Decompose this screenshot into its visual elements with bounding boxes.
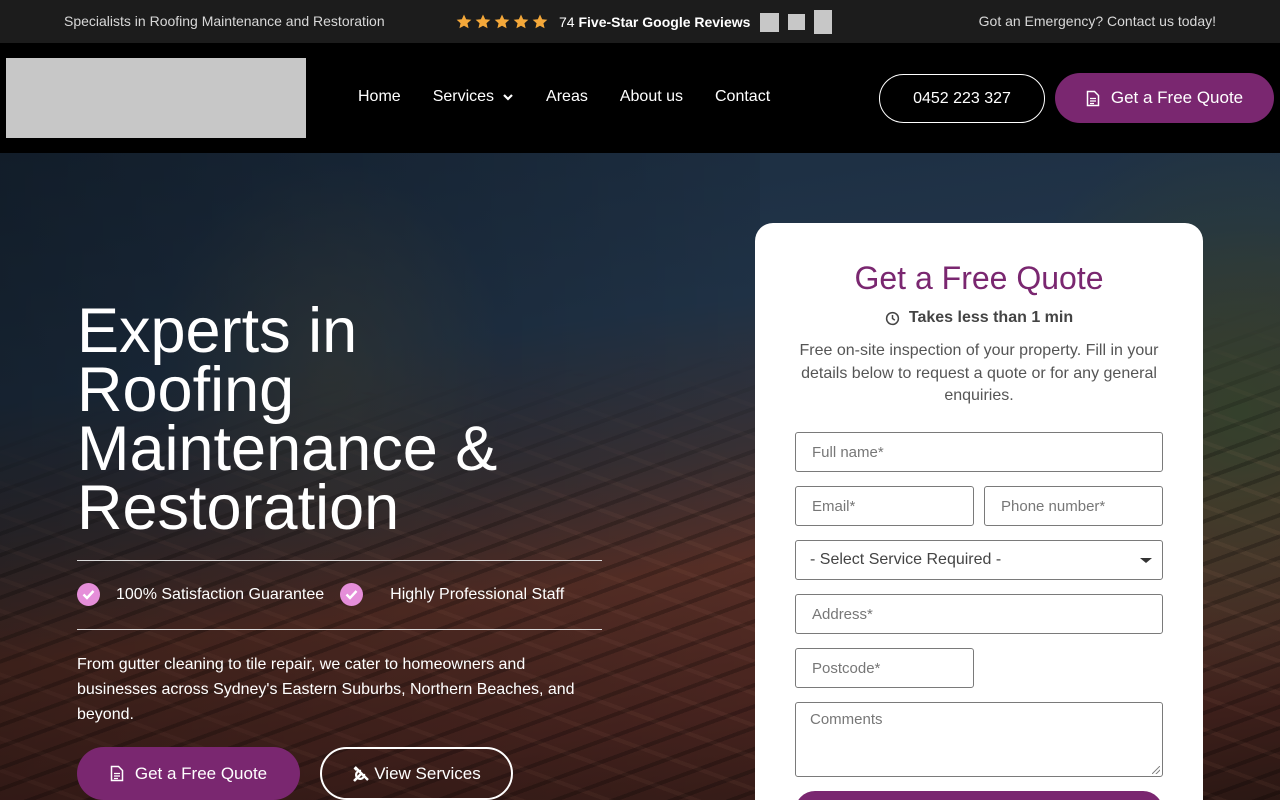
site-logo[interactable]	[6, 58, 306, 138]
star-icon	[456, 14, 472, 29]
postcode-field[interactable]: Postcode*	[795, 648, 974, 688]
address-field[interactable]: Address*	[795, 594, 1163, 634]
nav-services[interactable]: Services	[433, 88, 514, 106]
reviews-label: Five-Star Google Reviews	[578, 14, 751, 30]
service-select-value: - Select Service Required -	[810, 551, 1002, 568]
nav-areas[interactable]: Areas	[546, 88, 588, 106]
nav-services-label: Services	[432, 88, 495, 105]
full-name-field[interactable]: Full name*	[795, 432, 1163, 472]
social-links	[760, 10, 833, 34]
chevron-down-icon	[503, 94, 513, 101]
site-header: Home Services Areas About us Contact 045…	[0, 43, 1280, 153]
divider	[77, 560, 602, 561]
submit-button[interactable]	[795, 791, 1163, 800]
reviews-text: 74 Five-Star Google Reviews	[559, 14, 750, 30]
tagline: Specialists in Roofing Maintenance and R…	[64, 13, 385, 29]
hero-quote-button[interactable]: Get a Free Quote	[77, 747, 300, 800]
rating-stars	[455, 13, 549, 31]
star-icon	[532, 14, 548, 29]
hero-quote-label: Get a Free Quote	[134, 763, 268, 783]
main-nav: Home Services Areas About us Contact	[358, 88, 802, 106]
form-description: Free on-site inspection of your property…	[799, 342, 1159, 404]
form-time-note: Takes less than 1 min	[755, 309, 1203, 327]
nav-about[interactable]: About us	[620, 88, 683, 106]
resize-handle[interactable]	[1152, 766, 1160, 774]
form-title: Get a Free Quote	[854, 260, 1104, 296]
hero-title-line: Maintenance &	[77, 414, 498, 484]
clock-icon	[885, 311, 900, 325]
phone-button[interactable]: 0452 223 327	[879, 74, 1045, 123]
view-services-button[interactable]: View Services	[320, 747, 513, 800]
document-icon	[1086, 90, 1100, 106]
divider	[77, 629, 602, 630]
nav-contact[interactable]: Contact	[715, 88, 770, 106]
hero-title-line: Roofing	[77, 355, 295, 425]
service-select[interactable]: - Select Service Required -	[795, 540, 1163, 580]
comments-placeholder: Comments	[810, 711, 883, 728]
social-icon-2[interactable]	[788, 14, 806, 30]
star-icon	[494, 14, 510, 29]
caret-down-icon	[1140, 558, 1152, 563]
phone-field[interactable]: Phone number*	[984, 486, 1163, 526]
email-field[interactable]: Email*	[795, 486, 974, 526]
reviews-count: 74	[559, 14, 575, 30]
hero-title-line: Restoration	[77, 473, 400, 543]
quote-form-card: Get a Free Quote Takes less than 1 min F…	[755, 223, 1203, 800]
view-services-label: View Services	[374, 763, 481, 783]
top-bar: Specialists in Roofing Maintenance and R…	[0, 0, 1280, 43]
social-icon-3[interactable]	[814, 10, 833, 34]
hero-title: Experts in Roofing Maintenance & Restora…	[77, 296, 637, 543]
star-icon	[475, 14, 491, 29]
badge-professional-label: Highly Professional Staff	[390, 585, 565, 603]
header-quote-label: Get a Free Quote	[1110, 88, 1244, 107]
emergency-note[interactable]: Got an Emergency? Contact us today!	[979, 13, 1216, 29]
check-circle-icon	[77, 583, 100, 606]
document-icon	[110, 765, 124, 782]
form-time-label: Takes less than 1 min	[908, 309, 1074, 326]
social-icon-1[interactable]	[760, 12, 780, 32]
badge-satisfaction-label: 100% Satisfaction Guarantee	[116, 585, 325, 603]
check-circle-icon	[340, 583, 364, 606]
hero-intro: From gutter cleaning to tile repair, we …	[77, 656, 575, 723]
hero-badges: 100% Satisfaction Guarantee Highly Profe…	[77, 583, 580, 606]
tools-icon	[353, 765, 370, 782]
hero-section: Experts in Roofing Maintenance & Restora…	[0, 153, 1280, 800]
header-quote-button[interactable]: Get a Free Quote	[1055, 73, 1274, 123]
comments-field[interactable]: Comments	[795, 702, 1163, 777]
badge-professional: Highly Professional Staff	[340, 583, 564, 606]
nav-home[interactable]: Home	[358, 88, 401, 106]
star-icon	[513, 14, 529, 29]
google-reviews[interactable]: 74 Five-Star Google Reviews	[455, 10, 833, 34]
hero-title-line: Experts in	[77, 296, 358, 366]
badge-satisfaction: 100% Satisfaction Guarantee	[77, 583, 324, 606]
